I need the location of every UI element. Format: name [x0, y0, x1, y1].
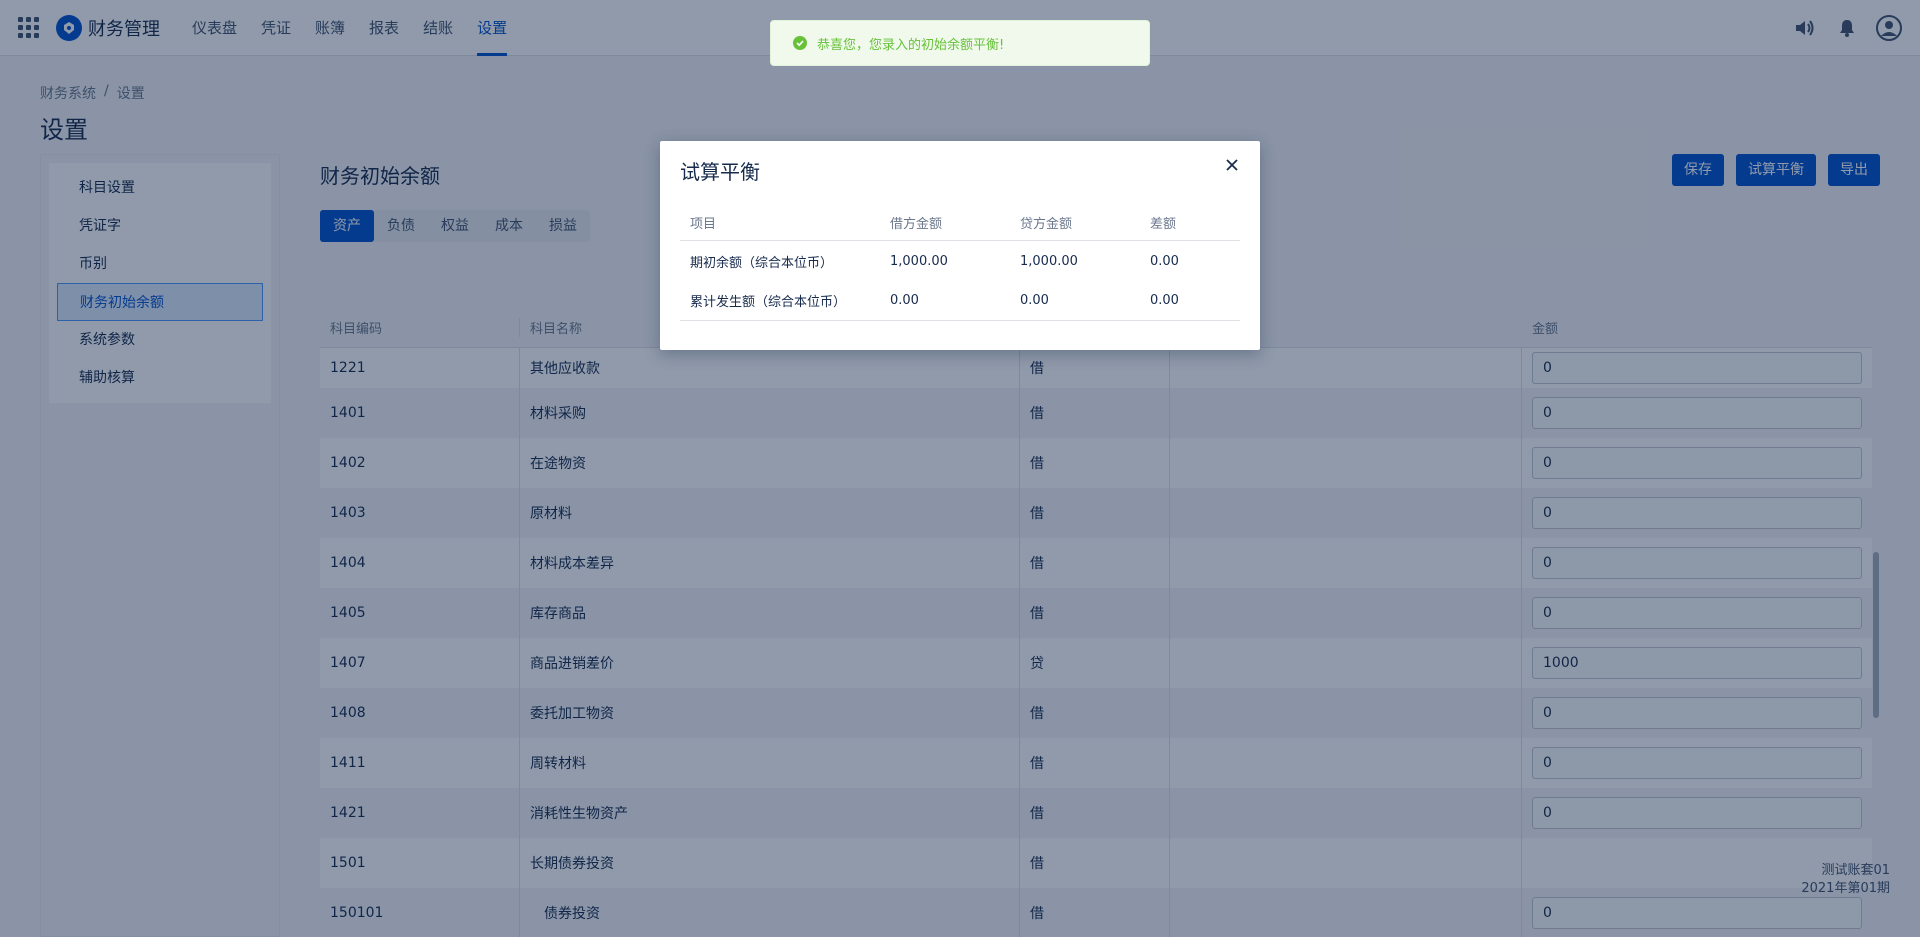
close-icon[interactable]	[1222, 155, 1242, 175]
dialog-header-credit: 贷方金额	[1020, 217, 1073, 232]
dialog-cell: 1,000.00	[1020, 253, 1078, 269]
dialog-cell: 0.00	[1150, 253, 1179, 269]
dialog-row-opening: 期初余额（综合本位币） 1,000.00 1,000.00 0.00	[680, 241, 1240, 281]
dialog-cell: 累计发生额（综合本位币）	[690, 295, 847, 310]
toast-message: 恭喜您，您录入的初始余额平衡!	[817, 37, 1005, 53]
dialog-cell: 期初余额（综合本位币）	[690, 255, 834, 271]
dialog-table-header: 项目 借方金额 贷方金额 差额	[680, 205, 1240, 241]
trial-balance-dialog: 试算平衡 项目 借方金额 贷方金额 差额 期初余额（综合本位币） 1,000.0…	[660, 141, 1260, 350]
dialog-cell: 0.00	[1020, 293, 1049, 308]
check-circle-icon	[793, 36, 807, 50]
dialog-row-accumulated: 累计发生额（综合本位币） 0.00 0.00 0.00	[680, 281, 1240, 321]
dialog-cell: 1,000.00	[890, 253, 948, 269]
dialog-header-difference: 差额	[1150, 217, 1177, 232]
dialog-cell: 0.00	[890, 293, 919, 308]
trial-balance-table: 项目 借方金额 贷方金额 差额 期初余额（综合本位币） 1,000.00 1,0…	[680, 205, 1240, 321]
dialog-title: 试算平衡	[680, 160, 760, 184]
dialog-header-debit: 借方金额	[890, 217, 943, 232]
success-toast: 恭喜您，您录入的初始余额平衡!	[770, 20, 1150, 66]
dialog-cell: 0.00	[1150, 293, 1179, 308]
dialog-header-item: 项目	[690, 217, 717, 232]
